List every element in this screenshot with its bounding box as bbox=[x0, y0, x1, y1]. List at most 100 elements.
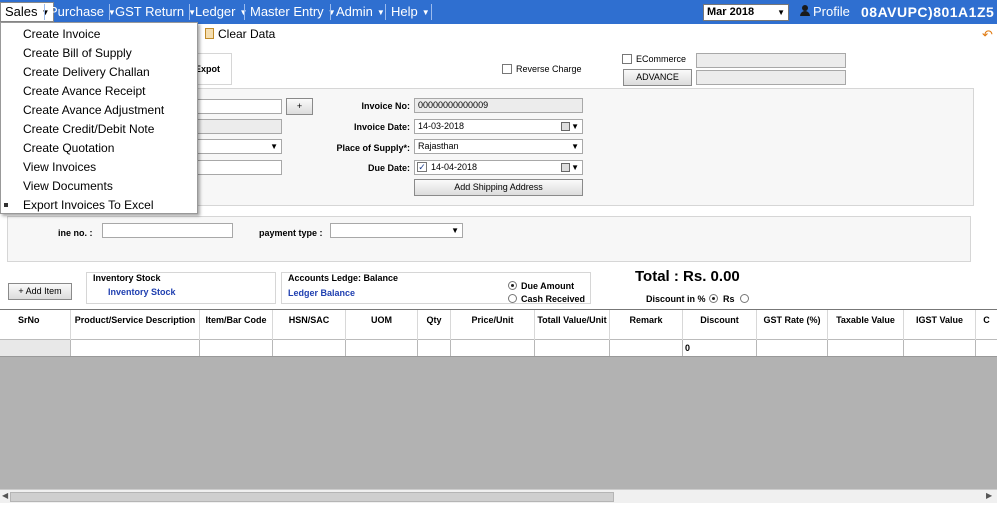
ledger-balance-link[interactable]: Ledger Balance bbox=[288, 288, 355, 298]
clear-data-button[interactable]: Clear Data bbox=[205, 27, 275, 41]
ledger-title: Accounts Ledge: Balance bbox=[288, 273, 399, 283]
col-uom[interactable]: UOM bbox=[346, 310, 418, 340]
col-cgst[interactable]: C bbox=[976, 310, 997, 340]
menu-master-entry[interactable]: Master Entry ▼ bbox=[246, 3, 340, 21]
payment-type-select[interactable]: ▼ bbox=[330, 223, 463, 238]
col-qty[interactable]: Qty bbox=[418, 310, 451, 340]
cell-gst-rate[interactable] bbox=[757, 340, 828, 356]
chevron-down-icon: ▼ bbox=[777, 8, 785, 17]
col-discount[interactable]: Discount bbox=[683, 310, 757, 340]
period-select[interactable]: Mar 2018 ▼ bbox=[703, 4, 789, 21]
col-gst-rate[interactable]: GST Rate (%) bbox=[757, 310, 828, 340]
user-icon bbox=[800, 5, 810, 16]
cell-description[interactable] bbox=[71, 340, 200, 356]
menu-bar: Sales▼ Purchase▼ GST Return▼ Ledger▼ Mas… bbox=[0, 0, 997, 24]
cell-discount[interactable]: 0 bbox=[683, 340, 757, 356]
chevron-down-icon: ▼ bbox=[571, 122, 579, 131]
menu-item-create-delivery-challan[interactable]: Create Delivery Challan bbox=[23, 64, 150, 80]
menu-item-create-advance-receipt[interactable]: Create Avance Receipt bbox=[23, 83, 146, 99]
due-date-picker[interactable]: ✓ 14-04-2018 ▼ bbox=[414, 160, 583, 175]
due-date-label: Due Date: bbox=[367, 163, 410, 173]
menu-purchase-label: Purchase bbox=[49, 4, 104, 19]
menu-admin[interactable]: Admin ▼ bbox=[332, 3, 389, 21]
chevron-down-icon: ▼ bbox=[451, 226, 459, 235]
cell-uom[interactable] bbox=[346, 340, 418, 356]
cell-taxable-value[interactable] bbox=[828, 340, 904, 356]
reverse-charge-checkbox[interactable] bbox=[502, 64, 512, 74]
scroll-right-icon[interactable]: ▶ bbox=[986, 491, 992, 500]
discount-percent-radio[interactable] bbox=[709, 294, 718, 303]
add-shipping-address-button[interactable]: Add Shipping Address bbox=[414, 179, 583, 196]
col-barcode[interactable]: Item/Bar Code bbox=[200, 310, 273, 340]
menu-help[interactable]: Help ▼ bbox=[387, 3, 434, 21]
profile-button[interactable]: Profile bbox=[800, 3, 850, 21]
table-row[interactable]: 0 bbox=[0, 340, 997, 357]
cash-received-label: Cash Received bbox=[521, 294, 586, 304]
cell-total-value[interactable] bbox=[535, 340, 610, 356]
due-date-value: 14-04-2018 bbox=[431, 162, 478, 172]
col-taxable-value[interactable]: Taxable Value bbox=[828, 310, 904, 340]
cell-remark[interactable] bbox=[610, 340, 683, 356]
invoice-date-picker[interactable]: 14-03-2018 ▼ bbox=[414, 119, 583, 134]
menu-separator bbox=[385, 4, 386, 20]
menu-item-view-documents[interactable]: View Documents bbox=[23, 178, 113, 194]
total-amount: Total : Rs. 0.00 bbox=[635, 268, 740, 285]
scrollbar-thumb[interactable] bbox=[10, 492, 614, 502]
customer-address-field[interactable] bbox=[196, 160, 282, 175]
col-description[interactable]: Product/Service Description bbox=[71, 310, 200, 340]
menu-item-create-advance-adjustment[interactable]: Create Avance Adjustment bbox=[23, 102, 164, 118]
menu-separator bbox=[431, 4, 432, 20]
cash-received-radio[interactable] bbox=[508, 294, 517, 303]
menu-item-create-credit-debit-note[interactable]: Create Credit/Debit Note bbox=[23, 121, 154, 137]
add-customer-button[interactable]: + bbox=[286, 98, 313, 115]
discount-rs-radio[interactable] bbox=[740, 294, 749, 303]
cell-price[interactable] bbox=[451, 340, 535, 356]
clear-data-label: Clear Data bbox=[218, 27, 276, 41]
menu-ledger[interactable]: Ledger▼ bbox=[191, 3, 251, 21]
ecommerce-label: ECommerce bbox=[636, 54, 687, 64]
col-hsn[interactable]: HSN/SAC bbox=[273, 310, 346, 340]
clear-icon bbox=[205, 28, 214, 39]
calendar-icon bbox=[561, 163, 570, 172]
menu-item-create-quotation[interactable]: Create Quotation bbox=[23, 140, 114, 156]
ecommerce-gstin-field[interactable] bbox=[696, 53, 846, 68]
customer-gstin-field[interactable] bbox=[196, 119, 282, 134]
add-item-button[interactable]: + Add Item bbox=[8, 283, 72, 300]
advance-amount-field[interactable] bbox=[696, 70, 846, 85]
grid-header: SrNo Product/Service Description Item/Ba… bbox=[0, 310, 997, 340]
menu-item-export-invoices[interactable]: Export Invoices To Excel bbox=[23, 197, 154, 213]
invoice-no-field[interactable]: 00000000000009 bbox=[414, 98, 583, 113]
cell-hsn[interactable] bbox=[273, 340, 346, 356]
reverse-charge-label: Reverse Charge bbox=[516, 64, 582, 74]
menu-admin-label: Admin bbox=[336, 4, 373, 19]
horizontal-scrollbar[interactable]: ◀ ▶ bbox=[0, 489, 997, 503]
due-date-checkbox[interactable]: ✓ bbox=[417, 162, 427, 172]
place-of-supply-select[interactable]: Rajasthan ▼ bbox=[414, 139, 583, 154]
customer-state-select[interactable]: ▼ bbox=[196, 139, 282, 154]
cell-barcode[interactable] bbox=[200, 340, 273, 356]
advance-button[interactable]: ADVANCE bbox=[623, 69, 692, 86]
line-no-field[interactable] bbox=[102, 223, 233, 238]
menu-item-create-bill-of-supply[interactable]: Create Bill of Supply bbox=[23, 45, 132, 61]
menu-gst-return[interactable]: GST Return ▼ bbox=[111, 3, 200, 21]
cell-igst-value[interactable] bbox=[904, 340, 976, 356]
ecommerce-checkbox[interactable] bbox=[622, 54, 632, 64]
col-igst-value[interactable]: IGST Value bbox=[904, 310, 976, 340]
export-label[interactable]: Expot bbox=[195, 64, 220, 74]
col-price[interactable]: Price/Unit bbox=[451, 310, 535, 340]
col-total-value[interactable]: Totall Value/Unit bbox=[535, 310, 610, 340]
col-remark[interactable]: Remark bbox=[610, 310, 683, 340]
period-value: Mar 2018 bbox=[707, 6, 755, 18]
inventory-stock-link[interactable]: Inventory Stock bbox=[108, 287, 176, 297]
menu-item-view-invoices[interactable]: View Invoices bbox=[23, 159, 96, 175]
scroll-left-icon[interactable]: ◀ bbox=[2, 491, 8, 500]
col-srno[interactable]: SrNo bbox=[0, 310, 71, 340]
customer-name-field[interactable] bbox=[196, 99, 282, 114]
menu-item-create-invoice[interactable]: Create Invoice bbox=[23, 26, 100, 42]
gstin-label: 08AVUPC)801A1Z5 bbox=[861, 4, 995, 20]
due-amount-label: Due Amount bbox=[521, 281, 575, 291]
cell-qty[interactable] bbox=[418, 340, 451, 356]
due-amount-radio[interactable] bbox=[508, 281, 517, 290]
back-arrow-icon[interactable]: ↶ bbox=[982, 27, 993, 43]
cell-srno[interactable] bbox=[0, 340, 71, 356]
